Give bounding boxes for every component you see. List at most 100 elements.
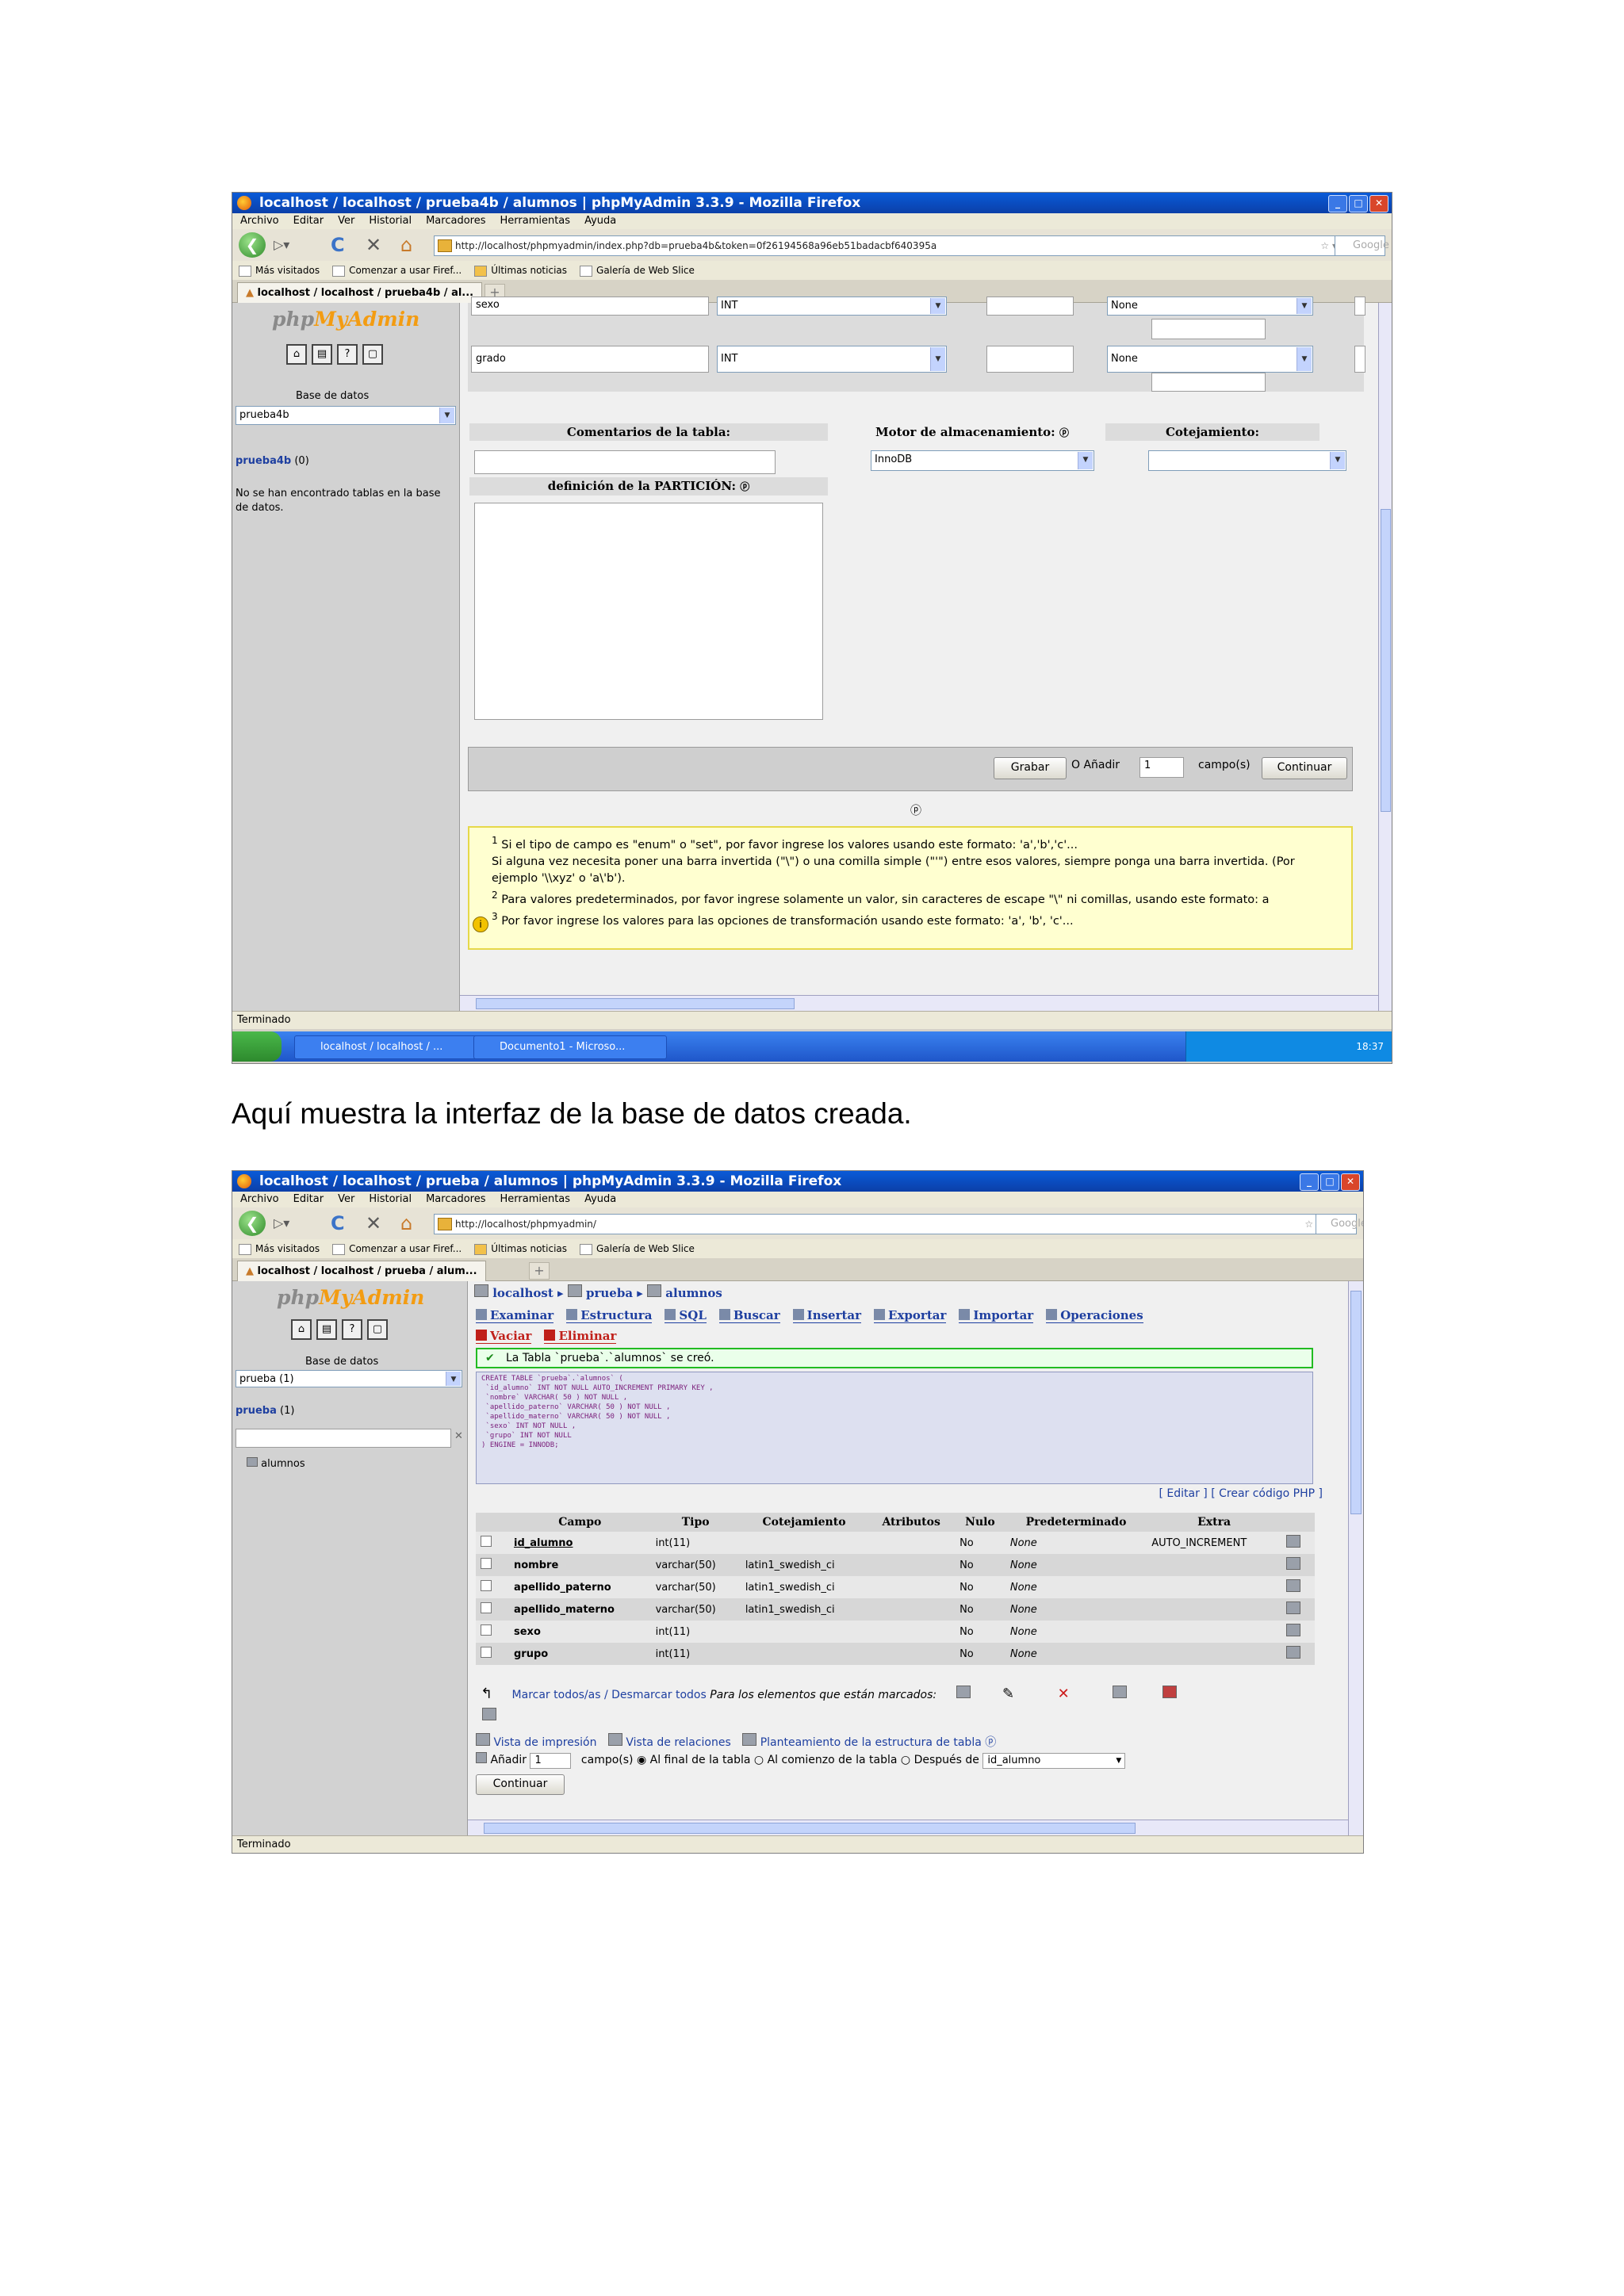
help-icon[interactable]: ⓟ [1059,427,1069,438]
stop-icon[interactable]: ✕ [366,1212,381,1234]
bookmark-noticias[interactable]: Últimas noticias [474,1239,567,1258]
engine-select[interactable]: InnoDB ▼ [871,450,1094,471]
add-count-input[interactable]: 1 [530,1753,572,1769]
scroll-thumb[interactable] [1381,509,1391,812]
close-icon[interactable]: ✕ [1341,1173,1360,1191]
menu-ver[interactable]: Ver [338,1192,354,1207]
radio-begin[interactable]: ○ [754,1754,764,1766]
field-extra-input[interactable] [1354,346,1365,373]
docs-icon[interactable]: ? [337,344,358,365]
search-input[interactable]: Google [1316,1214,1363,1234]
field-default-value[interactable] [1151,373,1266,392]
tab-vaciar[interactable]: Vaciar [476,1329,532,1344]
menu-archivo[interactable]: Archivo [240,1192,279,1207]
primary-key-icon[interactable] [1113,1686,1128,1698]
db-select[interactable]: prueba4b ▼ [236,406,456,425]
sql-docs-icon[interactable]: ▢ [362,344,383,365]
menu-ayuda[interactable]: Ayuda [584,213,616,229]
tab-estructura[interactable]: Estructura [566,1308,653,1323]
query-icon[interactable]: ▤ [316,1319,337,1340]
reload-icon[interactable]: C [331,1212,345,1234]
grabar-button[interactable]: Grabar [994,757,1067,779]
fulltext-icon[interactable] [482,1708,496,1720]
window-controls[interactable]: _ □ ✕ [1300,1173,1360,1191]
browser-tab[interactable]: ▲ localhost / localhost / prueba4b / al.… [237,282,483,303]
breadcrumb-server[interactable]: localhost [492,1286,553,1300]
field-name-input[interactable]: sexo [471,297,709,316]
campos-count-input[interactable]: 1 [1139,757,1184,778]
help-icon[interactable]: ⓟ [740,481,749,492]
continuar-button[interactable]: Continuar [1262,757,1347,779]
row-action[interactable] [1281,1598,1315,1621]
bookmark-comenzar[interactable]: Comenzar a usar Firef... [332,1239,462,1258]
taskbar-item-word[interactable]: Documento1 - Microso... [473,1035,667,1059]
menu-archivo[interactable]: Archivo [240,213,279,229]
menu-editar[interactable]: Editar [293,1192,324,1207]
radio-after[interactable]: ○ [901,1754,910,1766]
menu-herramientas[interactable]: Herramientas [500,213,571,229]
field-length-input[interactable] [986,346,1074,373]
tab-operaciones[interactable]: Operaciones [1046,1308,1143,1323]
forward-arrow-icon[interactable]: ▷▾ [274,234,289,256]
db-select[interactable]: prueba (1) ▼ [236,1370,462,1387]
bookmark-web-slice[interactable]: Galería de Web Slice [580,1239,695,1258]
row-checkbox[interactable] [476,1554,509,1576]
docs-icon[interactable]: ? [342,1319,362,1340]
taskbar-item-firefox[interactable]: localhost / localhost / ... [294,1035,488,1059]
bookmark-mas-visitados[interactable]: Más visitados [239,261,320,280]
continuar-button[interactable]: Continuar [476,1774,565,1795]
field-default-select[interactable]: None ▼ [1107,297,1313,316]
field-name-input[interactable]: grado [471,346,709,373]
table-filter-input[interactable] [236,1429,451,1448]
row-action[interactable] [1281,1576,1315,1598]
menu-ver[interactable]: Ver [338,213,354,229]
menu-ayuda[interactable]: Ayuda [584,1192,616,1207]
breadcrumb-table[interactable]: alumnos [665,1286,722,1300]
row-action[interactable] [1281,1621,1315,1643]
horizontal-scrollbar[interactable] [468,1820,1348,1836]
index-icon[interactable] [1162,1686,1177,1698]
scroll-thumb[interactable] [476,998,795,1009]
sidebar-item-alumnos[interactable]: alumnos [247,1457,305,1470]
doc-icon[interactable]: ⓟ [910,802,921,818]
tab-examinar[interactable]: Examinar [476,1308,554,1323]
start-button[interactable] [232,1031,282,1062]
row-action[interactable] [1281,1554,1315,1576]
back-arrow-icon[interactable]: ❮ [239,232,266,258]
field-extra-input[interactable] [1354,297,1365,316]
particion-textarea[interactable] [474,503,823,720]
row-action[interactable] [1281,1643,1315,1665]
menu-editar[interactable]: Editar [293,213,324,229]
query-icon[interactable]: ▤ [312,344,332,365]
delete-icon[interactable]: ✕ [1058,1686,1070,1702]
bookmark-mas-visitados[interactable]: Más visitados [239,1239,320,1258]
minimize-icon[interactable]: _ [1300,1173,1319,1191]
field-type-select[interactable]: INT ▼ [717,297,947,316]
maximize-icon[interactable]: □ [1349,195,1368,212]
radio-end[interactable]: ◉ [637,1754,646,1766]
tab-exportar[interactable]: Exportar [874,1308,947,1323]
reload-icon[interactable]: C [331,234,345,256]
relation-view-link[interactable]: Vista de relaciones [607,1733,731,1749]
row-action[interactable] [1281,1532,1315,1554]
horizontal-scrollbar[interactable] [460,995,1378,1012]
browser-tab[interactable]: ▲ localhost / localhost / prueba / alum.… [237,1261,486,1281]
window-controls[interactable]: _ □ ✕ [1328,195,1388,212]
tab-insertar[interactable]: Insertar [792,1308,862,1323]
new-tab-button[interactable]: + [529,1262,550,1280]
structure-plan-link[interactable]: Planteamiento de la estructura de tabla … [742,1733,996,1749]
vertical-scrollbar[interactable] [1348,1281,1363,1835]
row-checkbox[interactable] [476,1576,509,1598]
pencil-icon[interactable]: ✎ [1002,1686,1014,1702]
menu-historial[interactable]: Historial [369,213,412,229]
forward-arrow-icon[interactable]: ▷▾ [274,1212,289,1234]
field-default-value[interactable] [1151,319,1266,339]
menu-marcadores[interactable]: Marcadores [426,1192,485,1207]
home-icon[interactable]: ⌂ [400,1212,412,1234]
tab-sql[interactable]: SQL [665,1308,707,1323]
tab-importar[interactable]: Importar [959,1308,1034,1323]
breadcrumb-db[interactable]: prueba [586,1286,633,1300]
after-field-select[interactable]: id_alumno ▼ [982,1753,1126,1769]
collation-select[interactable]: ▼ [1148,450,1346,471]
tab-eliminar[interactable]: Eliminar [544,1329,617,1344]
